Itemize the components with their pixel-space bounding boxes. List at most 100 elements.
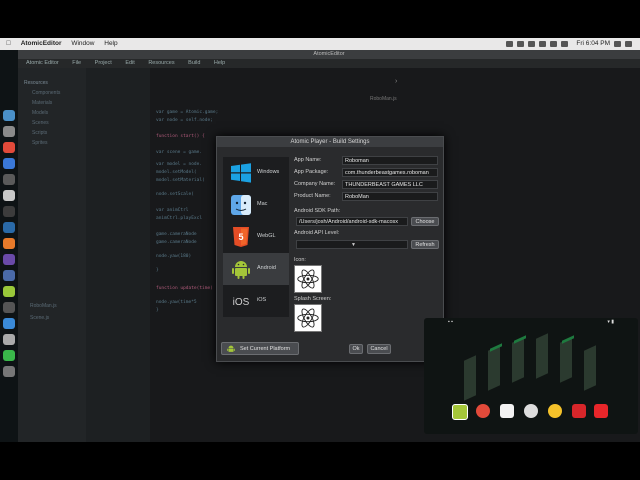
resource-tree: Resources Components Materials Models Sc… bbox=[24, 78, 60, 148]
wallpaper-shape bbox=[536, 333, 548, 379]
app-icon[interactable] bbox=[3, 318, 15, 329]
finder-icon[interactable] bbox=[3, 110, 15, 121]
cancel-button[interactable]: Cancel bbox=[367, 344, 391, 354]
app-icon[interactable] bbox=[3, 350, 15, 361]
svg-text:iOS: iOS bbox=[233, 297, 250, 308]
terminal-icon[interactable] bbox=[3, 206, 15, 217]
platform-mac[interactable]: Mac bbox=[223, 189, 289, 221]
dialog-title: Atomic Player - Build Settings bbox=[217, 137, 443, 147]
file-item[interactable]: Scene.js bbox=[30, 312, 57, 324]
youtube-icon[interactable] bbox=[594, 404, 608, 418]
atom-icon[interactable] bbox=[294, 265, 322, 293]
app-icon[interactable] bbox=[572, 404, 586, 418]
company-name-input[interactable]: THUNDERBEAST GAMES LLC bbox=[342, 180, 438, 189]
code-line: game.cameraNode bbox=[156, 240, 197, 245]
mac-finder-icon bbox=[231, 195, 251, 215]
atom-icon[interactable] bbox=[294, 304, 322, 332]
menu-app-name[interactable]: AtomicEditor bbox=[21, 40, 62, 47]
launchpad-icon[interactable] bbox=[3, 126, 15, 137]
battery-icon: ▾ ▮ bbox=[607, 319, 614, 325]
search-icon[interactable] bbox=[614, 41, 621, 47]
android-robot-icon bbox=[232, 261, 250, 279]
code-line: node.yaw(time*5 bbox=[156, 300, 197, 305]
app-menu-item[interactable]: Help bbox=[214, 60, 225, 66]
app-menu-item[interactable]: File bbox=[72, 60, 81, 66]
code-line: } bbox=[156, 268, 159, 273]
wifi-icon[interactable] bbox=[539, 41, 547, 47]
ok-button[interactable]: Ok bbox=[349, 344, 363, 354]
app-menu-item[interactable]: Edit bbox=[125, 60, 134, 66]
code-line: node.yaw(180) bbox=[156, 254, 192, 259]
chevron-down-icon: ▼ bbox=[351, 242, 356, 248]
tree-item[interactable]: Models bbox=[24, 108, 60, 118]
notification-icon: ▪ ▪ bbox=[448, 319, 453, 325]
sdk-path-label: Android SDK Path: bbox=[294, 208, 341, 214]
trash-icon[interactable] bbox=[3, 366, 15, 377]
file-item[interactable]: RoboMan.js bbox=[30, 300, 57, 312]
menu-window[interactable]: Window bbox=[71, 40, 94, 47]
app-name-input[interactable]: Roboman bbox=[342, 156, 438, 165]
app-icon[interactable] bbox=[3, 174, 15, 185]
wallpaper-shape bbox=[560, 337, 572, 383]
list-icon[interactable] bbox=[625, 41, 632, 47]
apple-menu-icon[interactable]:  bbox=[6, 40, 11, 47]
window-titlebar: AtomicEditor bbox=[18, 50, 640, 59]
refresh-button[interactable]: Refresh bbox=[411, 240, 439, 249]
android-studio-icon[interactable] bbox=[3, 286, 15, 297]
tree-item[interactable]: Sprites bbox=[24, 138, 60, 148]
android-app-icon[interactable] bbox=[452, 404, 468, 420]
wallpaper-shape bbox=[464, 355, 476, 401]
editor-tab[interactable]: RoboMan.js bbox=[370, 96, 397, 102]
status-icon[interactable] bbox=[517, 41, 525, 47]
app-icon[interactable] bbox=[3, 302, 15, 313]
choose-button[interactable]: Choose bbox=[411, 217, 439, 226]
mac-menubar:  AtomicEditor Window Help Fri 6:04 PM bbox=[0, 38, 640, 50]
code-line: var model = node. bbox=[156, 162, 203, 167]
play-icon[interactable]: › bbox=[395, 78, 397, 85]
build-settings-dialog: Atomic Player - Build Settings Windows M… bbox=[216, 136, 444, 362]
android-robot-icon bbox=[227, 345, 235, 352]
product-name-input[interactable]: RoboMan bbox=[342, 192, 438, 201]
tree-root[interactable]: Resources bbox=[24, 78, 60, 88]
firefox-icon[interactable] bbox=[3, 238, 15, 249]
platform-webgl[interactable]: 5 WebGL bbox=[223, 221, 289, 253]
tree-item[interactable]: Materials bbox=[24, 98, 60, 108]
chrome-icon[interactable] bbox=[476, 404, 490, 418]
battery-icon[interactable] bbox=[561, 41, 569, 47]
app-menu-item[interactable]: Atomic Editor bbox=[26, 60, 59, 66]
platform-android[interactable]: Android bbox=[223, 253, 289, 285]
code-line: var game = Atomic.game; bbox=[156, 110, 219, 115]
app-icon[interactable] bbox=[3, 270, 15, 281]
code-line: function start() { bbox=[156, 134, 205, 139]
set-current-platform-button[interactable]: Set Current Platform bbox=[221, 342, 299, 355]
tree-item[interactable]: Scenes bbox=[24, 118, 60, 128]
app-drawer-icon[interactable] bbox=[524, 404, 538, 418]
app-menu-item[interactable]: Resources bbox=[148, 60, 174, 66]
chrome-icon[interactable] bbox=[3, 142, 15, 153]
app-icon[interactable] bbox=[3, 334, 15, 345]
volume-icon[interactable] bbox=[550, 41, 558, 47]
platform-ios[interactable]: iOS iOS bbox=[223, 285, 289, 317]
app-package-input[interactable]: com.thunderbeastgames.roboman bbox=[342, 168, 438, 177]
splash-label: Splash Screen: bbox=[294, 296, 332, 302]
app-icon[interactable] bbox=[548, 404, 562, 418]
menu-help[interactable]: Help bbox=[104, 40, 117, 47]
api-level-select[interactable]: ▼ bbox=[296, 240, 408, 249]
app-icon[interactable] bbox=[3, 254, 15, 265]
button-label: Set Current Platform bbox=[240, 346, 291, 352]
platform-windows[interactable]: Windows bbox=[223, 157, 289, 189]
app-icon[interactable] bbox=[3, 222, 15, 233]
app-menu-item[interactable]: Project bbox=[95, 60, 112, 66]
app-icon[interactable] bbox=[3, 190, 15, 201]
status-icon[interactable] bbox=[506, 41, 514, 47]
tree-item[interactable]: Components bbox=[24, 88, 60, 98]
app-menu-item[interactable]: Build bbox=[188, 60, 200, 66]
safari-icon[interactable] bbox=[3, 158, 15, 169]
clock[interactable]: Fri 6:04 PM bbox=[576, 38, 610, 50]
app-icon[interactable] bbox=[500, 404, 514, 418]
html5-logo-icon: 5 bbox=[233, 227, 249, 247]
sdk-path-input[interactable]: /Users/josh/Android/android-sdk-macosx bbox=[296, 217, 408, 226]
code-line: function update(time) { bbox=[156, 286, 219, 291]
tree-item[interactable]: Scripts bbox=[24, 128, 60, 138]
status-icon[interactable] bbox=[528, 41, 536, 47]
